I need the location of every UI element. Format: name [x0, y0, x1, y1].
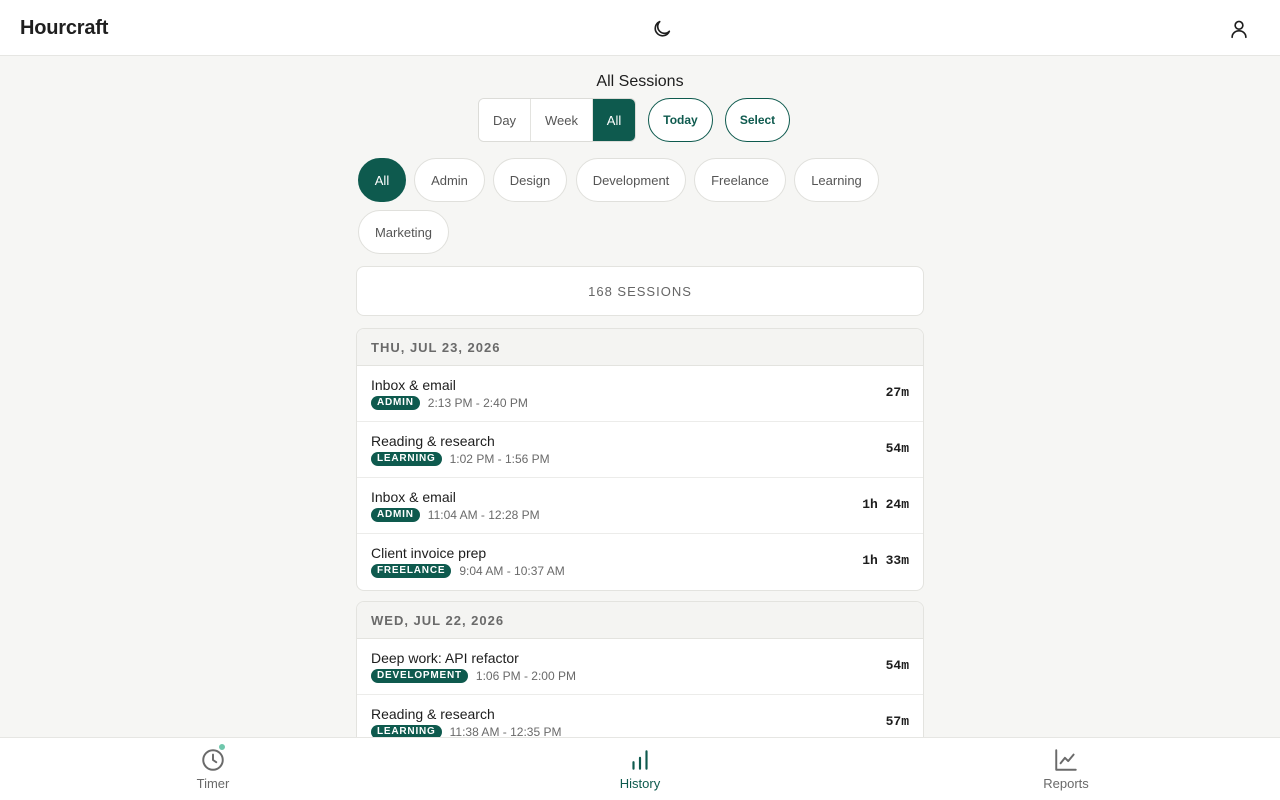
session-meta: FREELANCE 9:04 AM - 10:37 AM [371, 564, 565, 578]
session-meta: DEVELOPMENT 1:06 PM - 2:00 PM [371, 669, 576, 683]
session-row[interactable]: Inbox & email ADMIN 11:04 AM - 12:28 PM … [357, 478, 923, 534]
category-tag: DEVELOPMENT [371, 669, 468, 683]
session-duration: 27m [885, 385, 909, 400]
nav-reports-icon-wrap [1053, 747, 1079, 773]
moon-icon [654, 20, 671, 37]
top-bar: Hourcraft [0, 0, 1280, 56]
nav-timer[interactable]: Timer [153, 738, 273, 800]
nav-timer-label: Timer [196, 776, 230, 791]
line-chart-icon [1055, 749, 1077, 771]
chip-marketing[interactable]: Marketing [358, 210, 449, 254]
session-title: Deep work: API refactor [371, 650, 519, 666]
session-time-range: 1:06 PM - 2:00 PM [475, 669, 576, 683]
session-row[interactable]: Reading & research LEARNING 11:38 AM - 1… [357, 695, 923, 737]
session-meta: ADMIN 2:13 PM - 2:40 PM [371, 396, 528, 410]
session-title: Reading & research [371, 706, 495, 722]
session-meta: LEARNING 1:02 PM - 1:56 PM [371, 452, 550, 466]
session-row[interactable]: Reading & research LEARNING 1:02 PM - 1:… [357, 422, 923, 478]
chip-development[interactable]: Development [576, 158, 686, 202]
day-header: THU, JUL 23, 2026 [357, 329, 923, 366]
chip-freelance[interactable]: Freelance [694, 158, 786, 202]
nav-history-label: History [619, 776, 661, 791]
day-header: WED, JUL 22, 2026 [357, 602, 923, 639]
bottom-navigation: Timer History Reports [0, 737, 1280, 800]
session-duration: 54m [885, 441, 909, 456]
page-title: All Sessions [596, 73, 684, 90]
chip-learning[interactable]: Learning [794, 158, 879, 202]
nav-reports-label: Reports [1043, 776, 1089, 791]
category-tag: ADMIN [371, 508, 420, 522]
theme-toggle-button[interactable] [649, 16, 675, 42]
session-time-range: 11:04 AM - 12:28 PM [427, 508, 540, 522]
session-title: Reading & research [371, 433, 495, 449]
range-week-button[interactable]: Week [531, 99, 593, 141]
history-main: All Sessions Day Week All Today Select A… [0, 56, 1280, 737]
session-count: 168 SESSIONS [356, 266, 924, 316]
session-title: Inbox & email [371, 489, 456, 505]
category-tag: LEARNING [371, 452, 442, 466]
chip-admin[interactable]: Admin [414, 158, 485, 202]
session-time-range: 1:02 PM - 1:56 PM [449, 452, 550, 466]
session-duration: 57m [885, 714, 909, 729]
day-group: WED, JUL 22, 2026 Deep work: API refacto… [356, 601, 924, 737]
session-row[interactable]: Client invoice prep FREELANCE 9:04 AM - … [357, 534, 923, 590]
active-timer-badge [217, 742, 227, 752]
chip-all[interactable]: All [358, 158, 406, 202]
range-segmented-control: Day Week All [478, 98, 636, 142]
session-title: Inbox & email [371, 377, 456, 393]
session-meta: ADMIN 11:04 AM - 12:28 PM [371, 508, 540, 522]
app-logo[interactable]: Hourcraft [20, 17, 108, 40]
range-day-button[interactable]: Day [479, 99, 531, 141]
day-group: THU, JUL 23, 2026 Inbox & email ADMIN 2:… [356, 328, 924, 591]
category-tag: LEARNING [371, 725, 442, 737]
session-time-range: 9:04 AM - 10:37 AM [459, 564, 565, 578]
category-tag: ADMIN [371, 396, 420, 410]
nav-reports[interactable]: Reports [1006, 738, 1126, 800]
session-row[interactable]: Inbox & email ADMIN 2:13 PM - 2:40 PM 27… [357, 366, 923, 422]
account-button[interactable] [1226, 16, 1252, 42]
nav-timer-icon-wrap [200, 742, 227, 773]
session-title: Client invoice prep [371, 545, 487, 561]
session-time-range: 11:38 AM - 12:35 PM [449, 725, 562, 737]
bar-chart-icon [632, 750, 648, 770]
nav-history[interactable]: History [580, 738, 700, 800]
today-button[interactable]: Today [648, 98, 713, 142]
session-duration: 54m [885, 658, 909, 673]
session-duration: 1h 24m [862, 497, 909, 512]
select-button[interactable]: Select [725, 98, 790, 142]
user-icon [1231, 20, 1247, 39]
session-time-range: 2:13 PM - 2:40 PM [427, 396, 528, 410]
range-all-button[interactable]: All [593, 99, 635, 141]
nav-history-icon-wrap [627, 747, 653, 773]
session-meta: LEARNING 11:38 AM - 12:35 PM [371, 725, 561, 737]
session-row[interactable]: Deep work: API refactor DEVELOPMENT 1:06… [357, 639, 923, 695]
session-duration: 1h 33m [862, 553, 909, 568]
chip-design[interactable]: Design [493, 158, 567, 202]
category-tag: FREELANCE [371, 564, 452, 578]
